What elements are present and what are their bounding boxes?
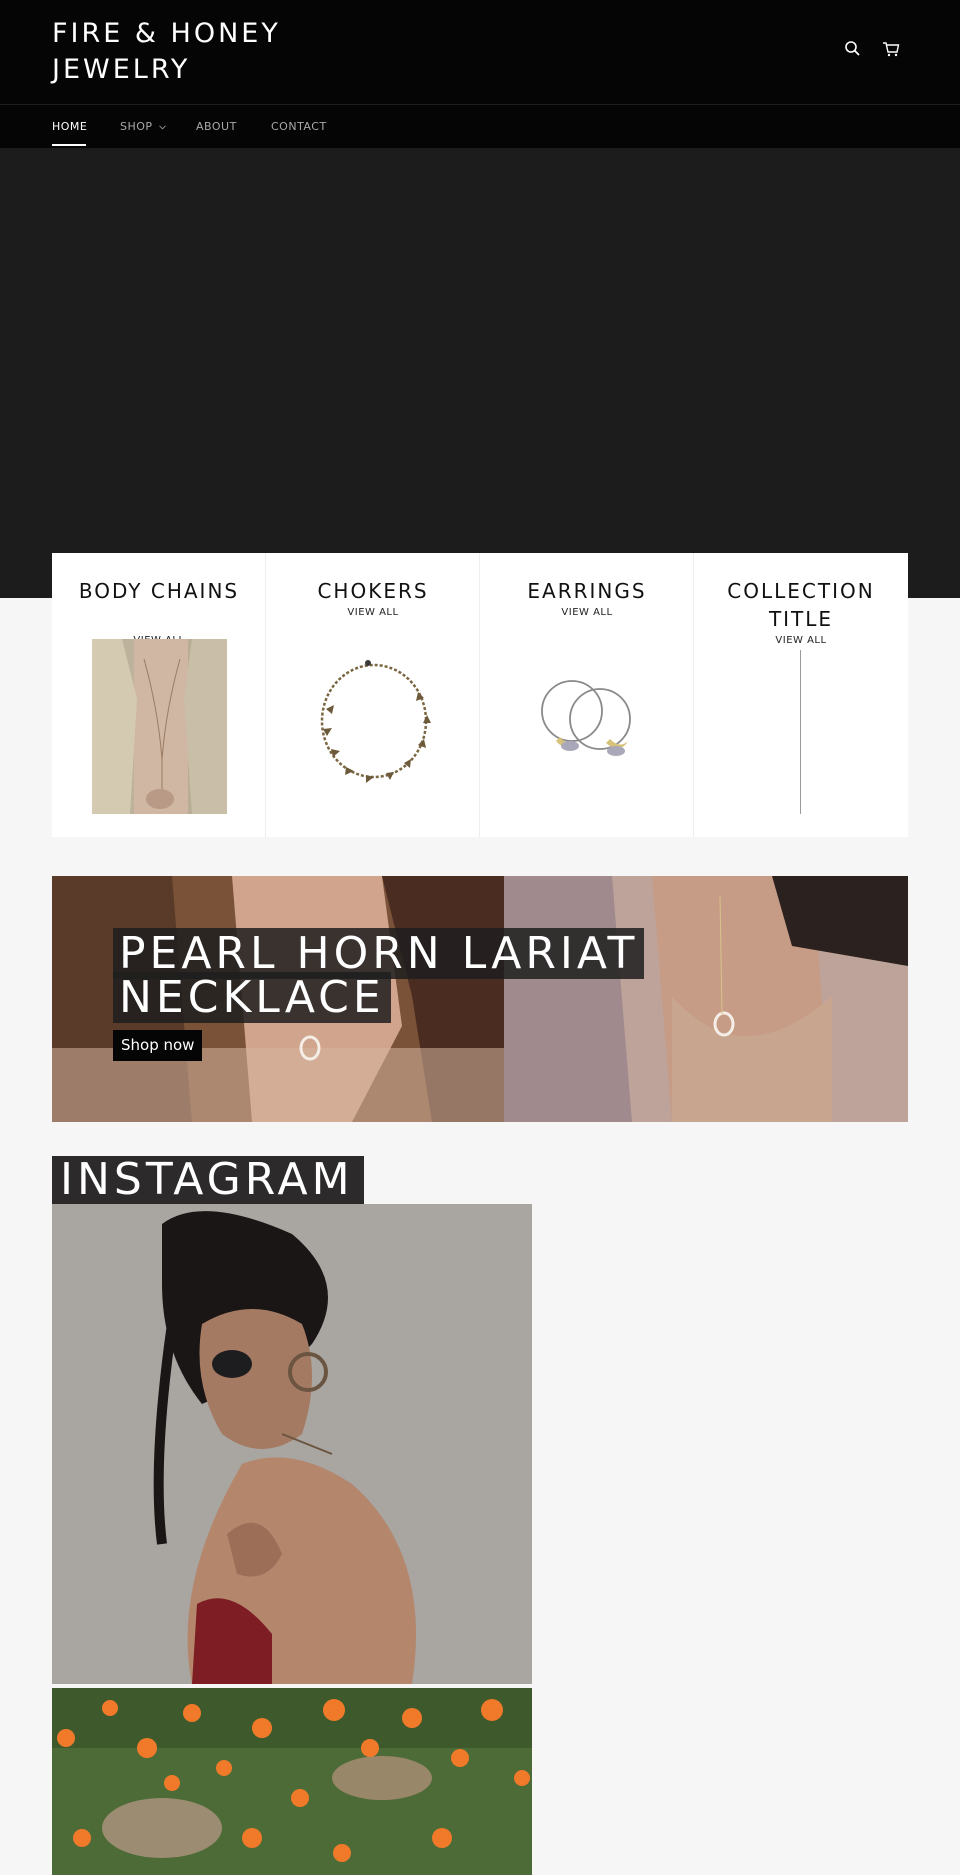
nav-item-label: SHOP <box>120 120 153 133</box>
collection-title: BODY CHAINS <box>78 579 240 603</box>
choker-photo <box>320 660 431 783</box>
nav-item-about[interactable]: ABOUT <box>196 120 237 133</box>
active-nav-indicator <box>52 144 86 146</box>
instagram-photo-2[interactable] <box>52 1688 532 1875</box>
collection-title: COLLECTION TITLE <box>727 579 875 631</box>
collection-title: CHOKERS <box>317 579 429 603</box>
instagram-image <box>52 1204 532 1684</box>
cart-icon[interactable] <box>882 40 904 62</box>
hero-slideshow[interactable] <box>0 148 960 598</box>
nav-item-home[interactable]: HOME <box>52 120 87 133</box>
view-all-link[interactable]: VIEW ALL <box>266 607 480 618</box>
nav-item-shop[interactable]: SHOP <box>120 120 166 133</box>
placeholder-image <box>800 650 801 814</box>
earrings-photo <box>541 680 631 756</box>
shop-now-button[interactable]: Shop now <box>113 1030 203 1061</box>
view-all-link[interactable]: VIEW ALL <box>480 607 694 618</box>
collection-card-placeholder[interactable]: COLLECTION TITLE VIEW ALL <box>694 553 908 837</box>
collection-card-earrings[interactable]: EARRINGS VIEW ALL <box>480 553 694 837</box>
site-header: FIRE & HONEY JEWELRY <box>0 0 960 104</box>
promo-title-line2: NECKLACE <box>113 972 391 1023</box>
view-all-link[interactable]: VIEW ALL <box>694 635 908 646</box>
main-nav: HOME SHOP ABOUT CONTACT <box>0 104 960 148</box>
instagram-photo-1[interactable] <box>52 1204 532 1684</box>
chevron-down-icon <box>158 124 166 130</box>
nav-item-contact[interactable]: CONTACT <box>271 120 327 133</box>
instagram-image <box>52 1688 532 1875</box>
collection-card-chokers[interactable]: CHOKERS VIEW ALL <box>266 553 480 837</box>
featured-product-banner: PEARL HORN LARIAT NECKLACE Shop now <box>52 876 908 1122</box>
collection-grid: BODY CHAINS VIEW ALL CHOKERS VIEW ALL <box>52 553 908 837</box>
promo-title: PEARL HORN LARIAT NECKLACE <box>113 928 645 1023</box>
instagram-heading: INSTAGRAM <box>52 1156 364 1204</box>
collection-card-body-chains[interactable]: BODY CHAINS VIEW ALL <box>52 553 266 837</box>
search-icon[interactable] <box>844 40 866 62</box>
site-logo[interactable]: FIRE & HONEY JEWELRY <box>52 16 312 88</box>
collection-title: EARRINGS <box>527 579 647 603</box>
body-chain-photo <box>92 639 227 814</box>
